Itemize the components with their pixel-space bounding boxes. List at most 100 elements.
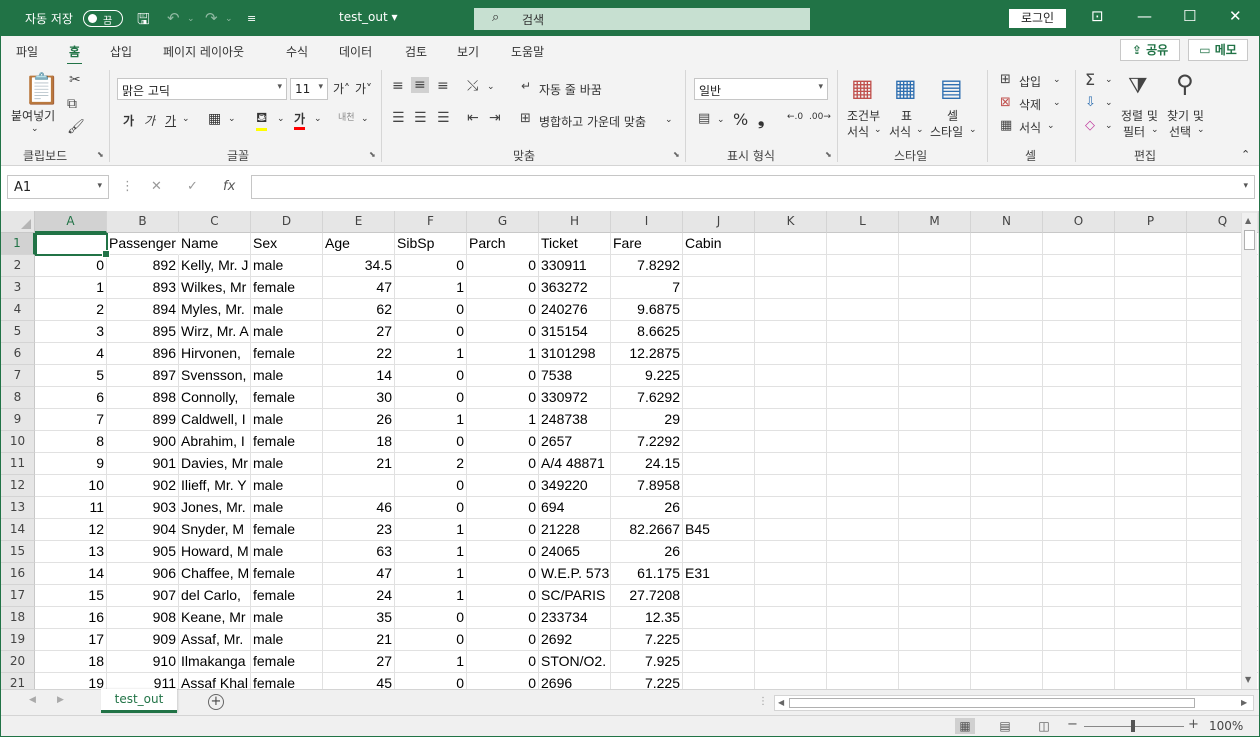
table-cell[interactable] — [683, 387, 755, 409]
table-cell[interactable]: 4 — [35, 343, 107, 365]
delete-cells-icon[interactable]: ⊠ — [1000, 95, 1011, 110]
table-cell[interactable] — [899, 541, 971, 563]
table-cell[interactable]: 0 — [467, 453, 539, 475]
table-cell[interactable]: male — [251, 453, 323, 475]
table-cell[interactable] — [755, 519, 827, 541]
table-cell[interactable]: 27.7208 — [611, 585, 683, 607]
table-cell[interactable]: 22 — [323, 343, 395, 365]
cell-styles-line1[interactable]: 셀 — [947, 107, 958, 124]
table-cell[interactable] — [827, 365, 899, 387]
align-top-icon[interactable]: ≡ — [392, 78, 404, 94]
row-header[interactable]: 15 — [1, 541, 35, 563]
sort-dropdown-icon[interactable]: ⌄ — [1151, 125, 1159, 135]
table-cell[interactable]: female — [251, 387, 323, 409]
table-cell[interactable]: 893 — [107, 277, 179, 299]
table-cell[interactable] — [1115, 541, 1187, 563]
table-cell[interactable]: 349220 — [539, 475, 611, 497]
table-cell[interactable]: Myles, Mr. — [179, 299, 251, 321]
table-cell[interactable]: 7.225 — [611, 673, 683, 689]
table-cell[interactable]: 26 — [611, 497, 683, 519]
table-cell[interactable]: Howard, M — [179, 541, 251, 563]
table-cell[interactable]: 363272 — [539, 277, 611, 299]
number-launcher-icon[interactable]: ⬊ — [825, 150, 832, 159]
tab-data[interactable]: 데이터 — [339, 43, 372, 60]
row-header[interactable]: 3 — [1, 277, 35, 299]
insert-function-icon[interactable]: fx — [223, 179, 235, 194]
table-cell[interactable] — [899, 277, 971, 299]
table-cell[interactable] — [755, 673, 827, 689]
clear-icon[interactable]: ◇ — [1085, 118, 1095, 133]
table-cell[interactable]: 0 — [395, 497, 467, 519]
table-cell[interactable]: 82.2667 — [611, 519, 683, 541]
table-cell[interactable] — [1115, 453, 1187, 475]
table-cell[interactable]: 895 — [107, 321, 179, 343]
align-left-icon[interactable]: ☰ — [392, 110, 405, 126]
table-cell[interactable] — [971, 651, 1043, 673]
column-header[interactable]: M — [899, 211, 971, 233]
table-cell[interactable] — [1115, 255, 1187, 277]
bold-icon[interactable]: 가 — [123, 112, 134, 129]
table-cell[interactable]: 1 — [395, 519, 467, 541]
table-cell[interactable]: 897 — [107, 365, 179, 387]
orientation-icon[interactable]: ⤯ — [467, 78, 478, 94]
table-cell[interactable]: female — [251, 651, 323, 673]
table-cell[interactable]: 18 — [323, 431, 395, 453]
cut-icon[interactable]: ✂ — [69, 72, 81, 88]
table-cell[interactable] — [683, 585, 755, 607]
table-cell[interactable]: STON/O2. — [539, 651, 611, 673]
table-cell[interactable] — [683, 409, 755, 431]
zoom-level[interactable]: 100% — [1209, 719, 1243, 733]
table-cell[interactable] — [755, 541, 827, 563]
table-cell[interactable] — [1115, 365, 1187, 387]
undo-dropdown-icon[interactable]: ⌄ — [187, 14, 195, 24]
table-cell[interactable]: A/4 48871 — [539, 453, 611, 475]
row-header[interactable]: 1 — [1, 233, 35, 255]
table-cell[interactable] — [827, 629, 899, 651]
table-cell[interactable] — [899, 607, 971, 629]
table-cell[interactable]: 27 — [323, 651, 395, 673]
table-cell[interactable] — [755, 409, 827, 431]
table-cell[interactable]: 21228 — [539, 519, 611, 541]
table-cell[interactable]: Snyder, M — [179, 519, 251, 541]
insert-dropdown-icon[interactable]: ⌄ — [1053, 75, 1061, 85]
table-cell[interactable] — [1043, 607, 1115, 629]
table-cell[interactable]: 18 — [35, 651, 107, 673]
tab-review[interactable]: 검토 — [405, 43, 427, 60]
column-header[interactable]: B — [107, 211, 179, 233]
table-cell[interactable]: 0 — [395, 475, 467, 497]
align-center-icon[interactable]: ☰ — [414, 110, 427, 126]
underline-icon[interactable]: 가 — [165, 112, 176, 129]
table-cell[interactable] — [1043, 365, 1115, 387]
accounting-format-icon[interactable]: ▤ — [698, 111, 710, 126]
table-cell[interactable] — [899, 585, 971, 607]
table-cell[interactable] — [899, 299, 971, 321]
table-cell[interactable]: 0 — [395, 607, 467, 629]
table-cell[interactable] — [683, 673, 755, 689]
table-cell[interactable]: 0 — [467, 255, 539, 277]
table-cell[interactable] — [1043, 453, 1115, 475]
table-cell[interactable]: 330972 — [539, 387, 611, 409]
table-cell[interactable] — [827, 541, 899, 563]
cell-styles-icon[interactable]: ▤ — [940, 74, 963, 102]
select-all-button[interactable] — [1, 211, 35, 233]
table-cell[interactable]: 896 — [107, 343, 179, 365]
table-cell[interactable] — [1115, 431, 1187, 453]
table-cell[interactable] — [1043, 343, 1115, 365]
table-cell[interactable]: 0 — [467, 585, 539, 607]
table-cell[interactable]: Davies, Mr — [179, 453, 251, 475]
scroll-left-icon[interactable]: ◀ — [778, 698, 784, 707]
table-cell[interactable]: 7.6292 — [611, 387, 683, 409]
document-title[interactable]: test_out ▾ — [339, 10, 398, 24]
table-cell[interactable]: 1 — [395, 651, 467, 673]
font-color-dropdown-icon[interactable]: ⌄ — [314, 114, 322, 124]
name-box[interactable]: A1 ▾ — [7, 175, 109, 199]
table-cell[interactable]: 62 — [323, 299, 395, 321]
enter-icon[interactable]: ✓ — [187, 179, 198, 194]
font-launcher-icon[interactable]: ⬊ — [369, 150, 376, 159]
insert-cells-button[interactable]: 삽입 — [1019, 73, 1041, 90]
table-cell[interactable]: Abrahim, I — [179, 431, 251, 453]
header-cell[interactable]: Parch — [467, 233, 539, 255]
paste-icon[interactable]: 📋 — [23, 72, 60, 107]
clear-dropdown-icon[interactable]: ⌄ — [1105, 121, 1113, 131]
zoom-slider-knob[interactable] — [1131, 720, 1135, 732]
